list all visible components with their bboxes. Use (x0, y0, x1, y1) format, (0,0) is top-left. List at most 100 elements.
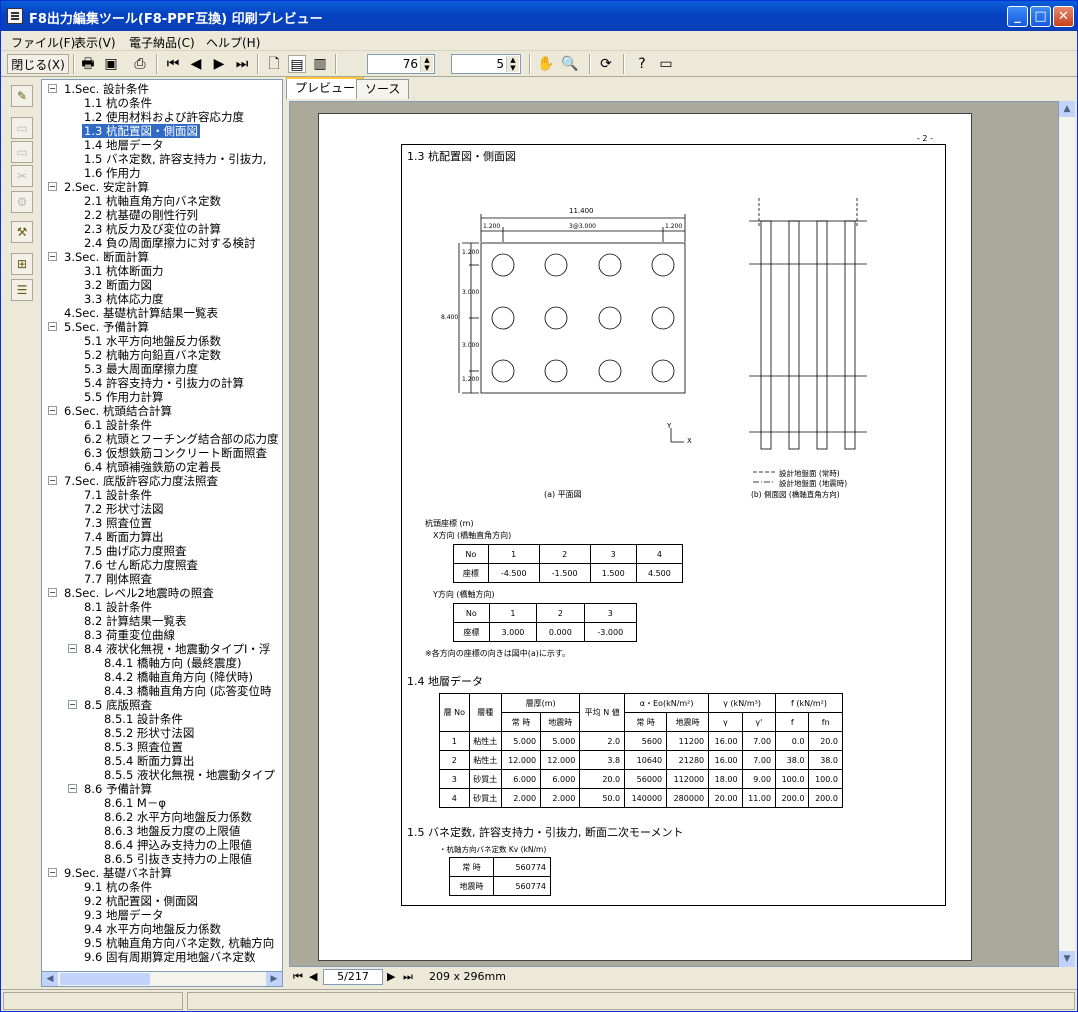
zoom-icon[interactable]: 🔍 (561, 55, 579, 73)
tree-node[interactable]: 8.6.1 M－φ (102, 796, 168, 810)
tree-node[interactable]: 9.6 固有周期算定用地盤バネ定数 (82, 950, 257, 964)
tree-node[interactable]: 2.2 杭基礎の剛性行列 (82, 208, 200, 222)
tree-node[interactable]: 9.1 杭の条件 (82, 880, 154, 894)
title-bar[interactable]: F8出力編集ツール(F8-PPF互換) 印刷プレビュー _ □ ✕ (1, 1, 1077, 31)
tree-node[interactable]: 8.5.1 設計条件 (102, 712, 185, 726)
zoom-spin-arrows[interactable]: ▲ ▼ (420, 56, 433, 72)
tree-node[interactable]: 9.2 杭配置図・側面図 (82, 894, 200, 908)
tree-node[interactable]: 8.5.5 液状化無視・地震動タイプ (102, 768, 277, 782)
tree-node[interactable]: 8.6.5 引抜き支持力の上限値 (102, 852, 254, 866)
tree-expander-icon[interactable]: − (68, 644, 77, 653)
tool-settings-icon[interactable]: ⚒ (11, 221, 33, 243)
tree-node[interactable]: 8.4 液状化無視・地震動タイプI・浮 (82, 642, 272, 656)
tree-node[interactable]: 1.3 杭配置図・側面図 (82, 124, 200, 138)
tree-expander-icon[interactable]: − (48, 252, 57, 261)
tree-node[interactable]: 6.4 杭頭補強鉄筋の定着長 (82, 460, 223, 474)
tree-node[interactable]: 1.1 杭の条件 (82, 96, 154, 110)
tree-node[interactable]: 8.6 予備計算 (82, 782, 154, 796)
tree-node[interactable]: 8.4.3 橋軸直角方向 (応答変位時 (102, 684, 274, 698)
tree-node[interactable]: 7.5 曲げ応力度照査 (82, 544, 188, 558)
tree-node[interactable]: 8.4.1 橋軸方向 (最終震度) (102, 656, 244, 670)
tree-node[interactable]: 7.4 断面力算出 (82, 530, 165, 544)
tree-expander-icon[interactable]: − (48, 868, 57, 877)
scroll-down-icon[interactable]: ▼ (1059, 951, 1075, 967)
tree-node[interactable]: 7.3 照査位置 (82, 516, 154, 530)
tab-source[interactable]: ソース (356, 79, 410, 99)
tree-node[interactable]: 5.Sec. 予備計算 (62, 320, 151, 334)
tree-node[interactable]: 7.2 形状寸法図 (82, 502, 165, 516)
help-icon[interactable]: ? (633, 55, 651, 73)
nav-first-icon[interactable]: ⏮ (293, 970, 303, 984)
info-icon[interactable]: ▭ (657, 55, 675, 73)
tree-node[interactable]: 9.5 杭軸直角方向バネ定数, 杭軸方向 (82, 936, 276, 950)
tree-expander-icon[interactable]: − (48, 182, 57, 191)
pages-spinner[interactable]: 5 ▲ ▼ (451, 54, 521, 74)
print-icon[interactable]: 🖶 (79, 55, 97, 73)
tree-node[interactable]: 6.Sec. 杭頭結合計算 (62, 404, 174, 418)
tree-node[interactable]: 1.4 地層データ (82, 138, 165, 152)
tree-expander-icon[interactable]: − (68, 700, 77, 709)
tree-node[interactable]: 4.Sec. 基礎杭計算結果一覧表 (62, 306, 220, 320)
tree-node[interactable]: 2.Sec. 安定計算 (62, 180, 151, 194)
scroll-up-icon[interactable]: ▲ (1059, 101, 1075, 117)
outline-tree[interactable]: −1.Sec. 設計条件 1.1 杭の条件 1.2 使用材料および許容応力度 1.3 … (41, 79, 283, 987)
tree-node[interactable]: 8.5.2 形状寸法図 (102, 726, 196, 740)
tree-node[interactable]: 3.2 断面力図 (82, 278, 154, 292)
tree-node[interactable]: 5.1 水平方向地盤反力係数 (82, 334, 223, 348)
tree-node[interactable]: 8.4.2 橋軸直角方向 (降伏時) (102, 670, 255, 684)
tree-node[interactable]: 2.4 負の周面摩擦力に対する検討 (82, 236, 257, 250)
scroll-thumb[interactable] (60, 973, 150, 985)
tree-node[interactable]: 5.4 許容支持力・引抜力の計算 (82, 376, 246, 390)
tree-node[interactable]: 2.3 杭反力及び変位の計算 (82, 222, 223, 236)
single-page-icon[interactable]: 🗋 (265, 55, 283, 73)
tree-node[interactable]: 8.2 計算結果一覧表 (82, 614, 188, 628)
tree-node[interactable]: 6.2 杭頭とフーチング結合部の応力度 (82, 432, 280, 446)
nav-last-icon[interactable]: ⏭ (403, 970, 413, 984)
tree-node[interactable]: 8.3 荷重変位曲線 (82, 628, 177, 642)
tree-structure-icon[interactable]: ⊞ (11, 253, 33, 275)
tree-node[interactable]: 3.1 杭体断面力 (82, 264, 165, 278)
menu-e-delivery[interactable]: 電子納品(C) (129, 34, 195, 51)
tree-node[interactable]: 8.6.2 水平方向地盤反力係数 (102, 810, 254, 824)
page-indicator[interactable]: 5/217 (323, 969, 383, 985)
first-page-icon[interactable]: ⏮ (164, 55, 182, 73)
tree-node[interactable]: 9.Sec. 基礎バネ計算 (62, 866, 174, 880)
tree-expander-icon[interactable]: − (48, 322, 57, 331)
nav-prev-icon[interactable]: ◀ (309, 970, 317, 983)
scroll-right-icon[interactable]: ▶ (266, 972, 282, 986)
hand-icon[interactable]: ✋ (537, 55, 555, 73)
tree-node[interactable]: 3.Sec. 断面計算 (62, 250, 151, 264)
tree-expander-icon[interactable]: − (48, 476, 57, 485)
last-page-icon[interactable]: ⏭ (233, 55, 251, 73)
nav-next-icon[interactable]: ▶ (387, 970, 395, 983)
tree-node[interactable]: 8.6.3 地盤反力度の上限値 (102, 824, 242, 838)
tree-node[interactable]: 6.1 設計条件 (82, 418, 154, 432)
tree-horizontal-scrollbar[interactable]: ◀ ▶ (41, 971, 283, 987)
prev-page-icon[interactable]: ◀ (187, 55, 205, 73)
tree-node[interactable]: 6.3 仮想鉄筋コンクリート断面照査 (82, 446, 269, 460)
tree-node[interactable]: 8.6.4 押込み支持力の上限値 (102, 838, 254, 852)
menu-help[interactable]: ヘルプ(H) (206, 34, 260, 51)
menu-view[interactable]: 表示(V) (74, 34, 116, 51)
tree-node[interactable]: 5.3 最大周面摩擦力度 (82, 362, 200, 376)
tree-node[interactable]: 3.3 杭体応力度 (82, 292, 165, 306)
tree-node[interactable]: 5.2 杭軸方向鉛直バネ定数 (82, 348, 223, 362)
tree-expander-icon[interactable]: − (48, 84, 57, 93)
print-setup-icon[interactable]: ⎙ (131, 55, 149, 73)
multi-page-icon[interactable]: ▥ (311, 55, 329, 73)
tree-expander-icon[interactable]: − (48, 588, 57, 597)
tree-node[interactable]: 7.1 設計条件 (82, 488, 154, 502)
tree-node[interactable]: 1.2 使用材料および許容応力度 (82, 110, 246, 124)
tab-preview[interactable]: プレビュー (286, 77, 365, 99)
tree-node[interactable]: 5.5 作用力計算 (82, 390, 165, 404)
fit-page-icon[interactable]: ▤ (288, 55, 306, 73)
preview-vertical-scrollbar[interactable]: ▲ ▼ (1059, 101, 1075, 967)
tree-node[interactable]: 7.Sec. 底版許容応力度法照査 (62, 474, 220, 488)
tree-list-icon[interactable]: ☰ (11, 279, 33, 301)
save-icon[interactable]: ▣ (102, 55, 120, 73)
tree-node[interactable]: 8.5 底版照査 (82, 698, 154, 712)
refresh-icon[interactable]: ⟳ (597, 55, 615, 73)
zoom-spinner[interactable]: 76 ▲ ▼ (367, 54, 435, 74)
tree-node[interactable]: 7.6 せん断応力度照査 (82, 558, 200, 572)
tree-node[interactable]: 8.Sec. レベル2地震時の照査 (62, 586, 216, 600)
